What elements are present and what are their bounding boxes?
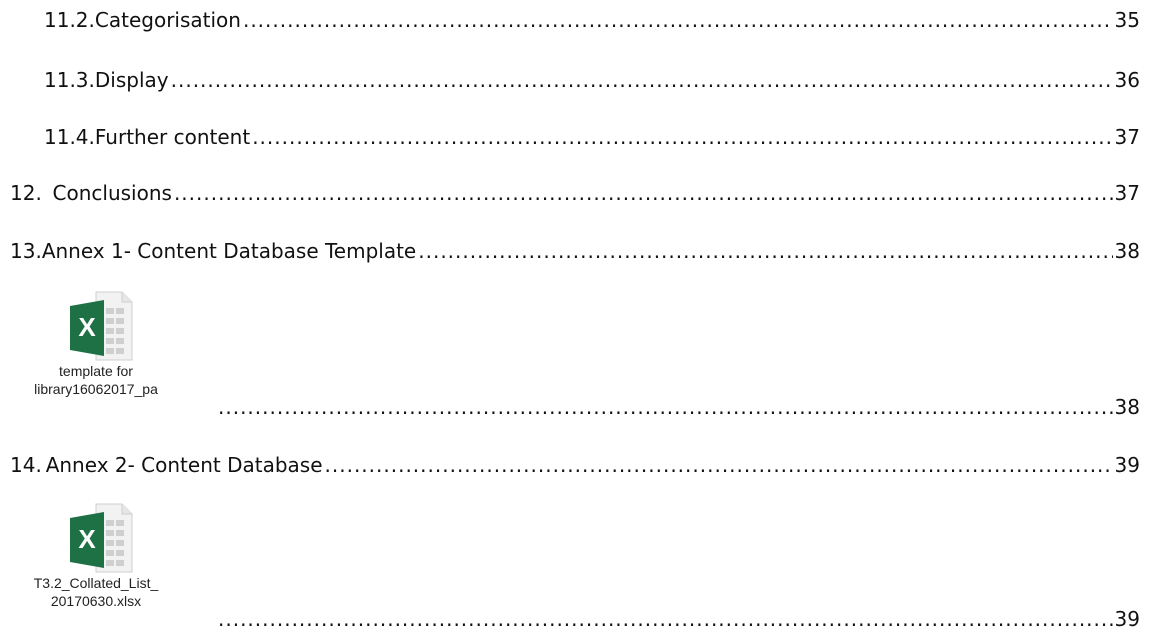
svg-text:X: X bbox=[78, 312, 96, 342]
toc-entry-title: Conclusions bbox=[52, 181, 172, 205]
attachment-caption-line1: T3.2_Collated_List_ bbox=[33, 575, 159, 591]
toc-page-number: 36 bbox=[1114, 68, 1140, 92]
toc-page-number: 39 bbox=[1114, 607, 1140, 631]
toc-entry-title: Annex 2- Content Database bbox=[45, 453, 323, 477]
toc-entry-number: 12. bbox=[10, 181, 42, 205]
toc-entry-11-4[interactable]: 11.4. Further content 37 bbox=[44, 125, 1140, 155]
attachment-collated-list[interactable]: X T3.2_Collated_List_ 20170630.xlsx bbox=[6, 502, 186, 610]
toc-entry-title: Categorisation bbox=[94, 8, 241, 32]
toc-dot-leader bbox=[174, 181, 1113, 205]
attachment-caption-line2: library16062017_pa bbox=[34, 381, 158, 397]
attachment-caption-line1: template for bbox=[59, 363, 133, 379]
toc-entry-14-continuation[interactable]: 39 bbox=[216, 607, 1140, 637]
attachment-caption-line2: 20170630.xlsx bbox=[50, 593, 142, 609]
toc-entry-number: 11.4. bbox=[44, 125, 95, 149]
toc-entry-number: 11.3. bbox=[44, 68, 95, 92]
toc-page-number: 38 bbox=[1114, 395, 1140, 419]
toc-page-number: 38 bbox=[1114, 239, 1140, 263]
toc-entry-title: Display bbox=[94, 68, 169, 92]
toc-dot-leader bbox=[243, 8, 1113, 32]
toc-entry-14[interactable]: 14. Annex 2- Content Database 39 bbox=[10, 453, 1140, 483]
toc-page-number: 35 bbox=[1114, 8, 1140, 32]
toc-entry-13-continuation[interactable]: 38 bbox=[216, 395, 1140, 425]
toc-entry-13[interactable]: 13. Annex 1- Content Database Template 3… bbox=[10, 239, 1140, 269]
toc-entry-12[interactable]: 12. Conclusions 37 bbox=[10, 181, 1140, 211]
toc-dot-leader bbox=[218, 395, 1113, 419]
toc-dot-leader bbox=[252, 125, 1112, 149]
toc-entry-title: Further content bbox=[94, 125, 251, 149]
attachment-template-for-library[interactable]: X template for library16062017_pa bbox=[6, 290, 186, 398]
toc-entry-number: 14. bbox=[10, 453, 42, 477]
toc-dot-leader bbox=[218, 607, 1113, 631]
svg-text:X: X bbox=[78, 524, 96, 554]
toc-page-number: 39 bbox=[1114, 453, 1140, 477]
excel-file-icon: X bbox=[70, 291, 133, 361]
toc-entry-11-3[interactable]: 11.3. Display 36 bbox=[44, 68, 1140, 98]
excel-file-icon: X bbox=[70, 503, 133, 573]
toc-page-number: 37 bbox=[1114, 125, 1140, 149]
toc-entry-number: 13. bbox=[10, 239, 42, 263]
toc-entry-11-2[interactable]: 11.2. Categorisation 35 bbox=[44, 8, 1140, 38]
toc-entry-title: Annex 1- Content Database Template bbox=[41, 239, 417, 263]
toc-dot-leader bbox=[418, 239, 1112, 263]
toc-dot-leader bbox=[171, 68, 1113, 92]
toc-dot-leader bbox=[325, 453, 1113, 477]
toc-entry-number: 11.2. bbox=[44, 8, 95, 32]
toc-page-number: 37 bbox=[1114, 181, 1140, 205]
